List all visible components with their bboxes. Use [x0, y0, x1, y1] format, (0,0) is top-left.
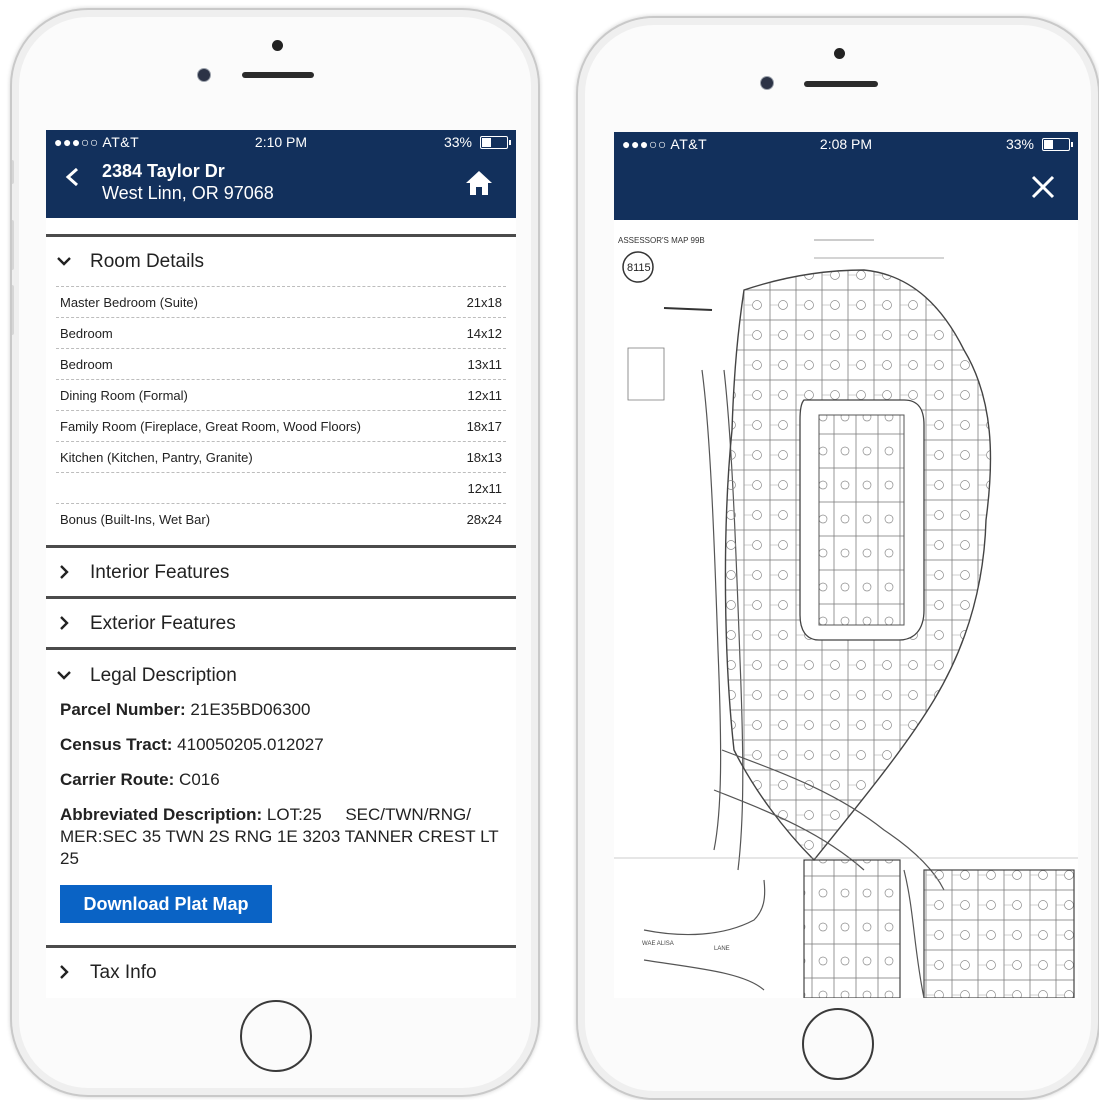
room-row: 12x11	[56, 472, 506, 503]
status-bar: ●●●○○ AT&T 2:08 PM 33%	[614, 132, 1078, 154]
phone-right: ●●●○○ AT&T 2:08 PM 33% ASSESSOR'S MAP 99…	[576, 16, 1099, 1100]
home-button[interactable]	[802, 1008, 874, 1080]
room-name: Family Room (Fireplace, Great Room, Wood…	[60, 419, 362, 434]
chevron-right-icon	[60, 616, 69, 630]
carrier-route-value: C016	[179, 770, 220, 789]
room-row: Master Bedroom (Suite) 21x18	[56, 286, 506, 317]
abbreviated-description: Abbreviated Description: LOT:25 SEC/TWN/…	[60, 804, 506, 870]
map-number: 8115	[627, 262, 651, 274]
room-size: 21x18	[466, 295, 502, 310]
room-size: 13x11	[467, 357, 502, 372]
section-title: Exterior Features	[90, 613, 236, 634]
street-label: WAE ALISA	[642, 941, 674, 947]
earpiece-speaker	[242, 72, 314, 78]
census-label: Census Tract:	[60, 735, 173, 754]
chevron-right-icon	[60, 565, 69, 579]
room-name: Bedroom	[60, 357, 113, 372]
plat-map-viewer[interactable]: ASSESSOR'S MAP 99B 8115 WAE ALISA LANE	[614, 230, 1078, 998]
street-label: LANE	[714, 946, 730, 952]
room-name: Master Bedroom (Suite)	[60, 295, 198, 310]
volume-up-button	[12, 220, 14, 270]
parcel-value: 21E35BD06300	[190, 700, 311, 719]
battery-percent: 33%	[1005, 136, 1034, 152]
navigation-bar: ●●●○○ AT&T 2:10 PM 33% 2384 Taylor Dr We…	[46, 130, 516, 218]
close-icon[interactable]	[1030, 174, 1056, 200]
room-row: Bedroom 14x12	[56, 317, 506, 348]
listing-street: 2384 Taylor Dr	[102, 161, 225, 181]
phone-left: ●●●○○ AT&T 2:10 PM 33% 2384 Taylor Dr We…	[10, 8, 540, 1097]
section-divider	[46, 945, 516, 948]
room-name: Dining Room (Formal)	[60, 388, 188, 403]
room-size: 18x17	[466, 419, 502, 434]
back-chevron-icon[interactable]	[64, 168, 82, 186]
front-sensor	[272, 40, 283, 51]
room-row: Family Room (Fireplace, Great Room, Wood…	[56, 410, 506, 441]
battery-icon	[480, 136, 511, 149]
carrier-route-label: Carrier Route:	[60, 770, 175, 789]
census-tract: Census Tract: 410050205.012027	[60, 734, 506, 756]
listing-city: West Linn, OR 97068	[102, 183, 274, 203]
section-divider	[46, 545, 516, 548]
chevron-right-icon	[60, 965, 69, 979]
section-title: Interior Features	[90, 562, 230, 583]
room-size: 14x12	[466, 326, 502, 341]
section-divider	[46, 647, 516, 650]
abbreviated-label: Abbreviated Description:	[60, 805, 263, 824]
front-sensor	[834, 48, 845, 59]
room-row: Bonus (Built-Ins, Wet Bar) 28x24	[56, 503, 506, 534]
room-size: 28x24	[466, 512, 502, 527]
room-size: 18x13	[466, 450, 502, 465]
room-size: 12x11	[467, 481, 502, 496]
screen-left: ●●●○○ AT&T 2:10 PM 33% 2384 Taylor Dr We…	[46, 130, 516, 998]
section-title: Room Details	[90, 251, 205, 272]
navigation-bar: ●●●○○ AT&T 2:08 PM 33%	[614, 132, 1078, 220]
census-value: 410050205.012027	[177, 735, 324, 754]
map-title: ASSESSOR'S MAP 99B	[618, 236, 705, 245]
section-title: Tax Info	[90, 962, 157, 983]
room-row: Kitchen (Kitchen, Pantry, Granite) 18x13	[56, 441, 506, 472]
screen-right: ●●●○○ AT&T 2:08 PM 33% ASSESSOR'S MAP 99…	[614, 132, 1078, 998]
home-button[interactable]	[240, 1000, 312, 1072]
battery-percent: 33%	[443, 134, 472, 150]
plat-map-image: ASSESSOR'S MAP 99B 8115 WAE ALISA LANE	[614, 236, 1078, 998]
room-name: Bonus (Built-Ins, Wet Bar)	[60, 512, 211, 527]
parcel-number: Parcel Number: 21E35BD06300	[60, 699, 506, 721]
status-bar: ●●●○○ AT&T 2:10 PM 33%	[46, 130, 516, 152]
section-divider	[46, 596, 516, 599]
parcel-label: Parcel Number:	[60, 700, 186, 719]
room-name: Bedroom	[60, 326, 113, 341]
mute-switch	[12, 160, 14, 184]
room-row: Bedroom 13x11	[56, 348, 506, 379]
download-plat-map-button[interactable]: Download Plat Map	[60, 885, 272, 923]
home-icon[interactable]	[464, 168, 494, 198]
chevron-down-icon	[57, 257, 71, 266]
chevron-down-icon	[57, 671, 71, 680]
section-divider	[46, 234, 516, 237]
carrier-route: Carrier Route: C016	[60, 769, 506, 791]
volume-down-button	[12, 285, 14, 335]
battery-icon	[1042, 138, 1073, 151]
earpiece-speaker	[804, 81, 878, 87]
room-name: Kitchen (Kitchen, Pantry, Granite)	[60, 450, 253, 465]
section-title: Legal Description	[90, 665, 237, 686]
front-camera	[197, 68, 211, 82]
front-camera	[760, 76, 774, 90]
room-row: Dining Room (Formal) 12x11	[56, 379, 506, 410]
room-size: 12x11	[467, 388, 502, 403]
